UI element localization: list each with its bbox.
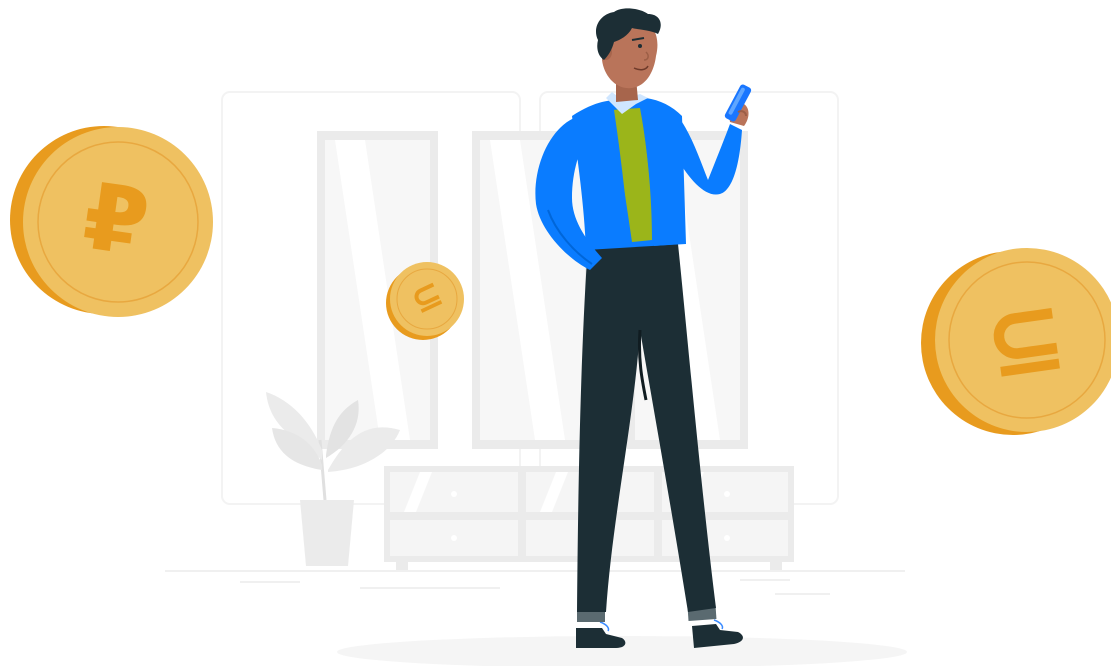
window-middle (472, 131, 593, 449)
left-shoe (576, 628, 626, 648)
illustration-scene: ₽ ⊆ ⊆ (0, 0, 1111, 666)
floor-lines (165, 570, 905, 595)
ruble-coin-icon: ₽ (10, 126, 213, 317)
room-background (165, 91, 907, 666)
illustration-canvas: ₽ ⊆ ⊆ (10, 8, 1111, 666)
som-coin-symbol: ⊆ (977, 279, 1072, 401)
som-coin-icon: ⊆ (921, 248, 1111, 435)
